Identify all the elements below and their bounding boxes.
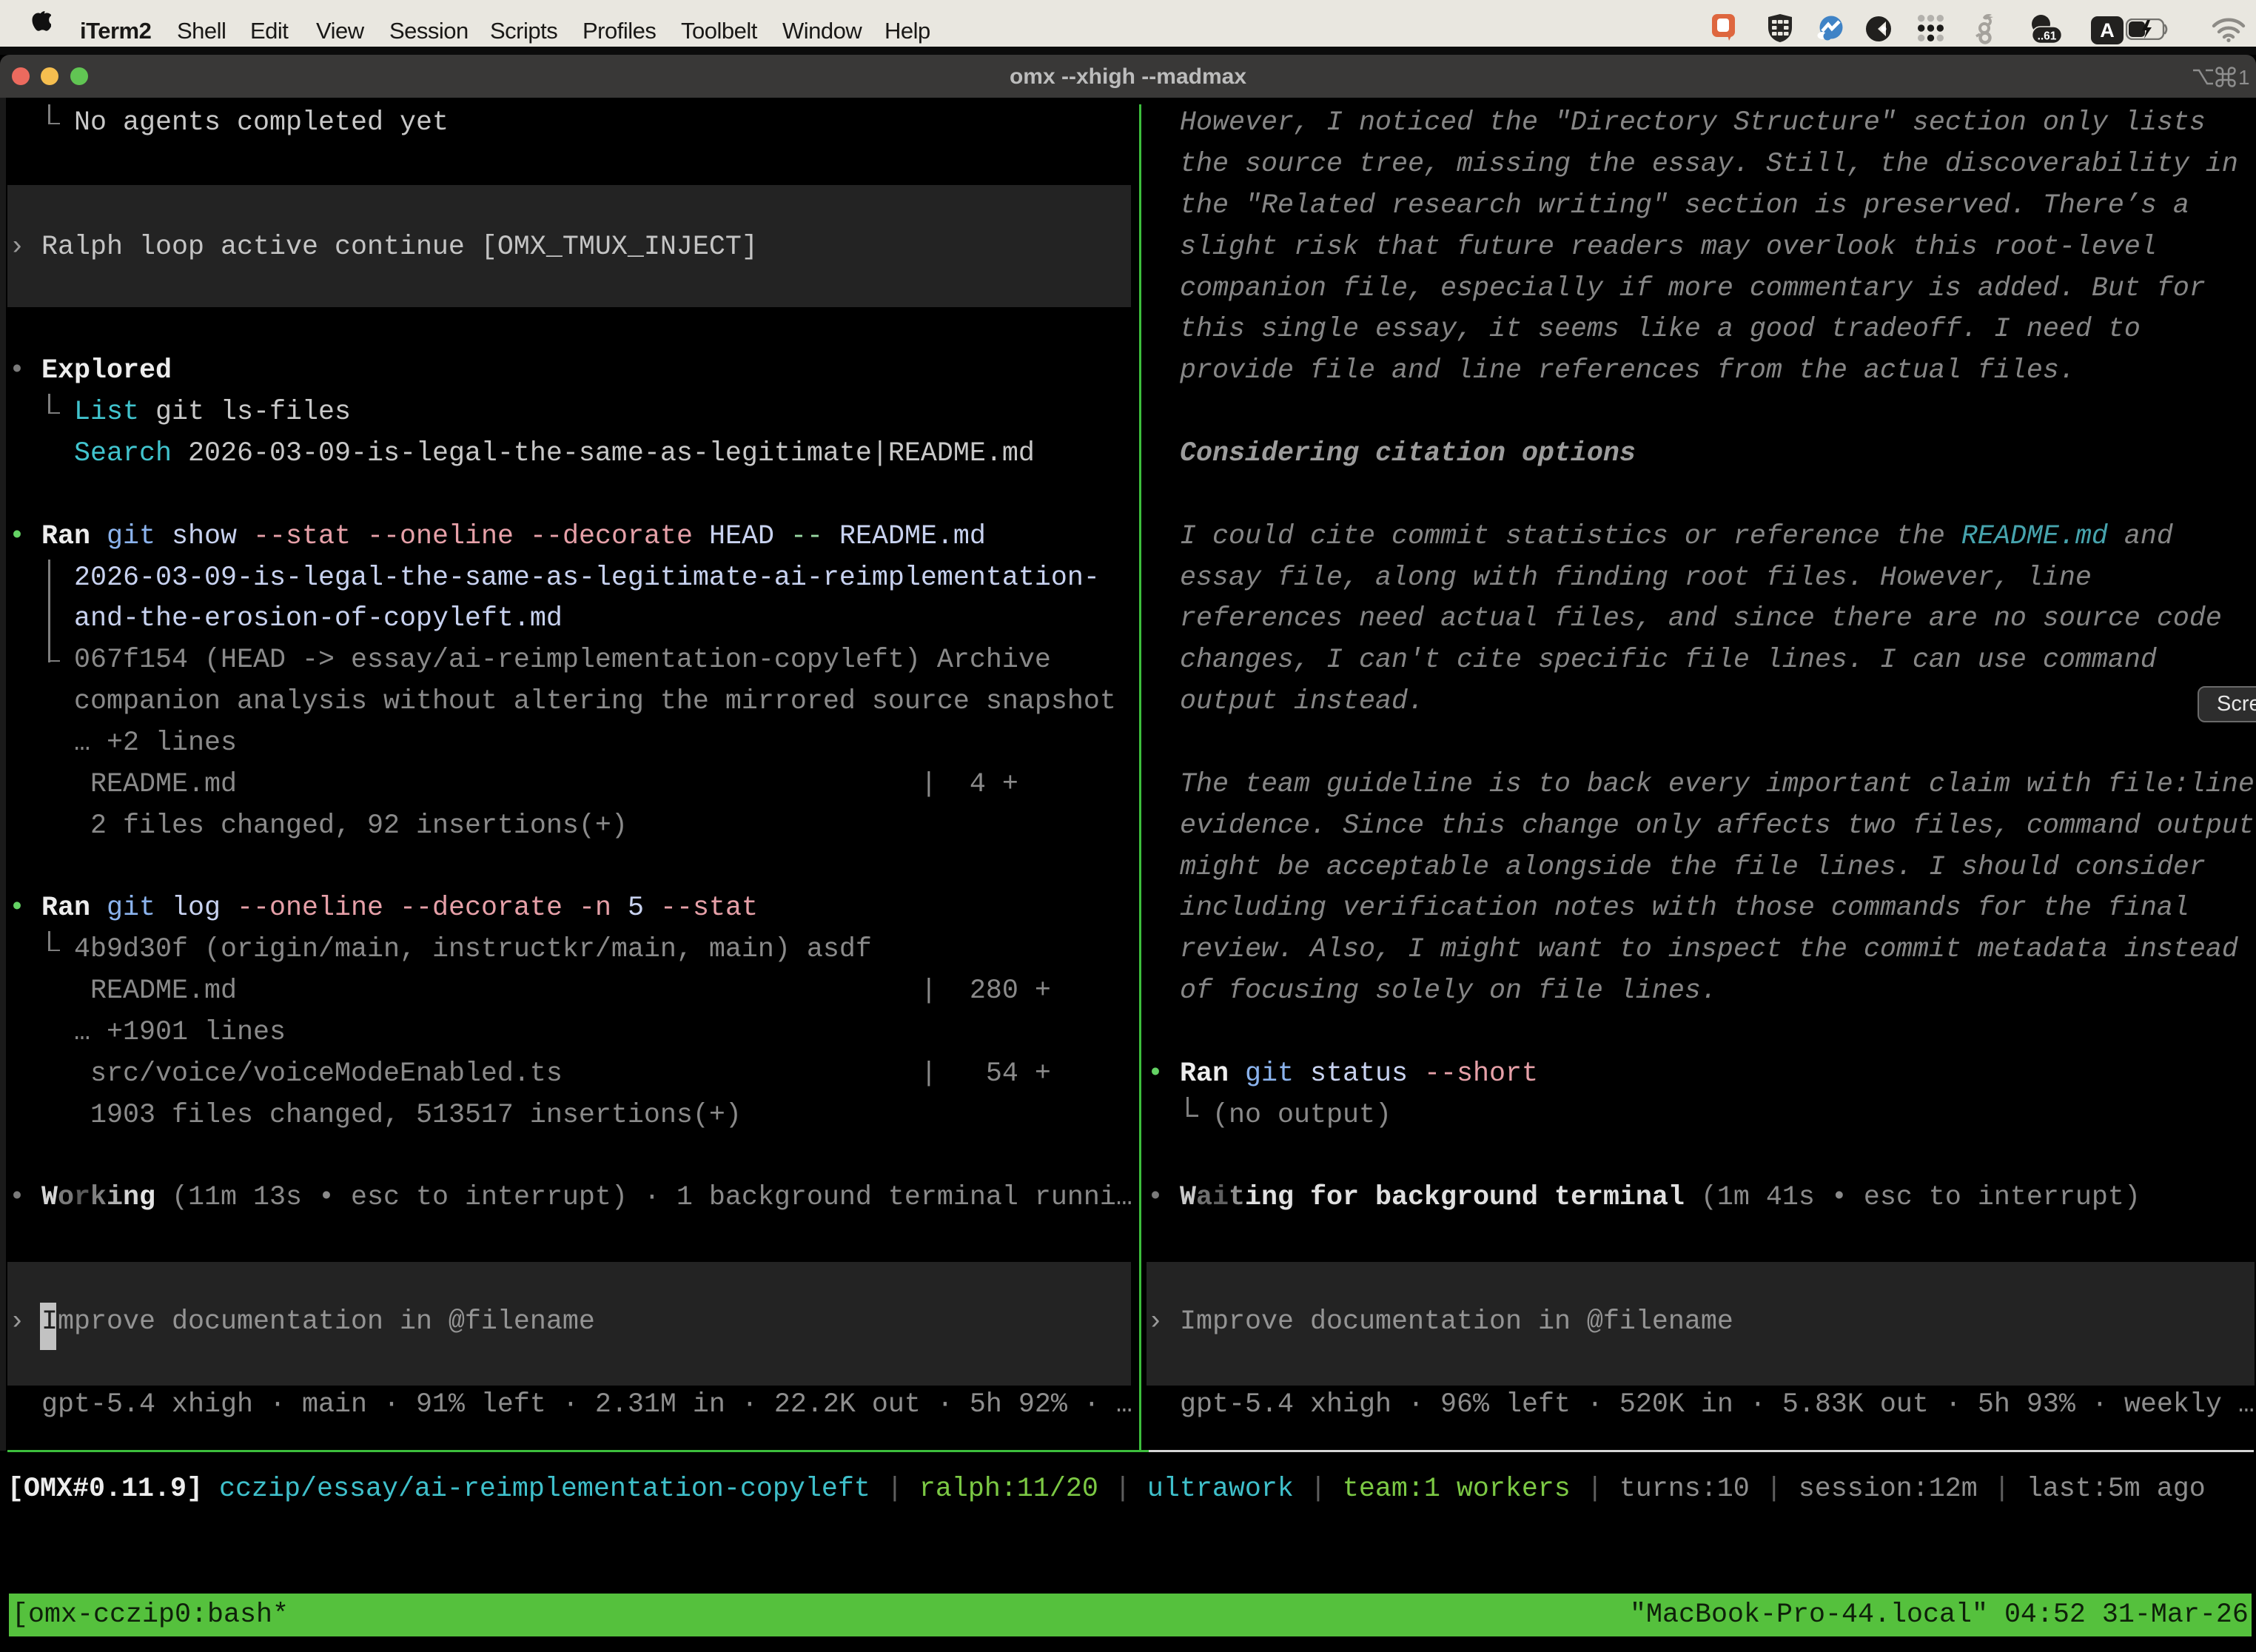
svg-text:..61: ..61	[2038, 30, 2057, 43]
svg-text:1: 1	[2238, 66, 2250, 89]
